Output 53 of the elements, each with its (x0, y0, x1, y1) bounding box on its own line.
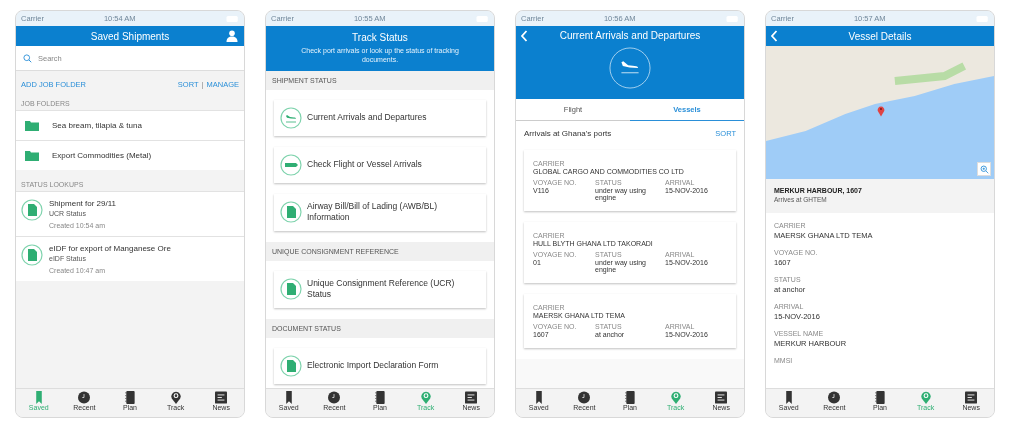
newspaper-icon (215, 391, 228, 404)
notebook-icon (374, 391, 386, 404)
newspaper-icon (715, 391, 728, 404)
map-pin-icon (419, 391, 432, 404)
menu-card[interactable]: Unique Consignment Reference (UCR) Status (274, 270, 486, 308)
screen-title: Current Arrivals and Departures (559, 30, 701, 41)
search-icon (23, 53, 32, 63)
document-icon (280, 278, 302, 301)
folder-row[interactable]: Export Commodities (Metal) (16, 140, 244, 170)
back-icon[interactable] (520, 30, 528, 42)
menu-card[interactable]: Airway Bill/Bill of Lading (AWB/BL) Information (274, 194, 486, 231)
notebook-icon (124, 391, 136, 404)
menu-card-label: Check Flight or Vessel Arrivals (307, 159, 422, 171)
notebook-icon (624, 391, 636, 404)
lookup-title: eIDF for export of Manganese Ore (49, 244, 171, 253)
folder-name: Export Commodities (Metal) (52, 151, 152, 160)
document-icon (21, 244, 43, 266)
document-icon (21, 199, 43, 221)
menu-card[interactable]: Check Flight or Vessel Arrivals (274, 147, 486, 183)
airplane-icon (280, 107, 302, 129)
screen-title: Saved Shipments (90, 30, 170, 42)
clock-icon (328, 391, 341, 404)
clock-icon (578, 391, 591, 404)
folder-icon (25, 150, 39, 161)
map-pin-icon (919, 391, 932, 404)
newspaper-icon (965, 391, 978, 404)
airplane-icon (609, 47, 651, 89)
newspaper-icon (465, 391, 478, 404)
notebook-icon (874, 391, 886, 404)
menu-card[interactable]: Current Arrivals and Departures (274, 100, 486, 136)
zoom-button[interactable] (977, 162, 991, 176)
menu-card-label: Unique Consignment Reference (UCR) Status (307, 277, 456, 301)
clock-icon (78, 391, 91, 404)
folder-name: Sea bream, tilapia & tuna (52, 121, 142, 130)
map-pin-icon (169, 391, 182, 404)
menu-card[interactable]: Electronic Import Declaration Form (274, 347, 486, 384)
folder-row[interactable]: Sea bream, tilapia & tuna (16, 110, 244, 140)
menu-card-label: Airway Bill/Bill of Lading (AWB/BL) Information (307, 201, 439, 224)
menu-card-label: Current Arrivals and Departures (307, 112, 427, 124)
map-pin-icon (669, 391, 682, 404)
ticket-icon (280, 154, 302, 176)
document-icon (280, 354, 302, 377)
person-icon[interactable] (226, 30, 238, 42)
screen-title: Vessel Details (848, 30, 912, 42)
lookup-title: Shipment for 29/11 (49, 199, 116, 208)
document-icon (280, 201, 302, 224)
list-title: Arrivals at Ghana's ports (524, 129, 612, 138)
clock-icon (828, 391, 841, 404)
menu-card-label: Electronic Import Declaration Form (307, 360, 439, 372)
back-icon[interactable] (770, 30, 778, 42)
screen-title: Track Status (352, 32, 408, 44)
map-pin-icon (877, 105, 885, 117)
folder-icon (25, 120, 39, 131)
